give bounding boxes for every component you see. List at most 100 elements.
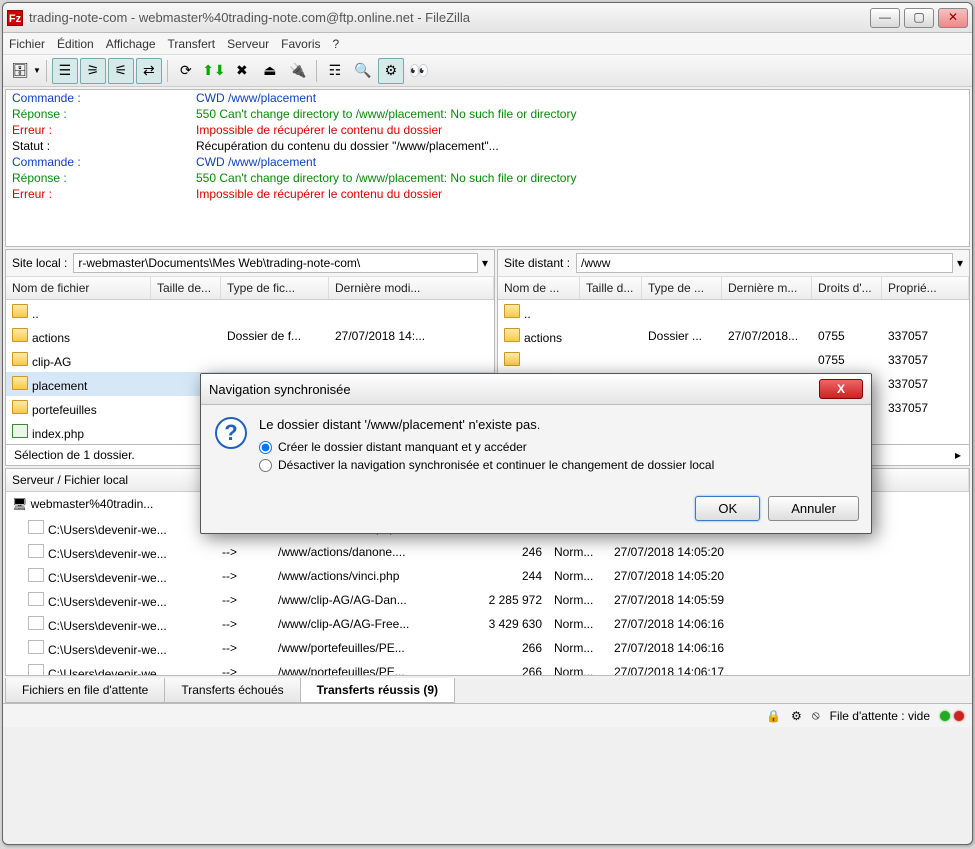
refresh-icon[interactable]: ⟳ bbox=[173, 58, 199, 84]
dialog-close-button[interactable]: X bbox=[819, 379, 863, 399]
tab-failed[interactable]: Transferts échoués bbox=[164, 678, 300, 703]
disconnect-icon[interactable]: ⏏ bbox=[257, 58, 283, 84]
app-icon: Fz bbox=[7, 10, 23, 26]
radio-create[interactable] bbox=[259, 441, 272, 454]
menu-edit[interactable]: Édition bbox=[57, 37, 94, 51]
col-name[interactable]: Nom de fichier bbox=[6, 277, 151, 299]
menu-favorites[interactable]: Favoris bbox=[281, 37, 320, 51]
file-icon bbox=[28, 520, 44, 534]
col-size[interactable]: Taille d... bbox=[580, 277, 642, 299]
queue-row[interactable]: C:\Users\devenir-we...-->/www/portefeuil… bbox=[6, 636, 969, 660]
col-mod[interactable]: Dernière m... bbox=[722, 277, 812, 299]
queue-row[interactable]: C:\Users\devenir-we...-->/www/portefeuil… bbox=[6, 660, 969, 675]
radio-disable[interactable] bbox=[259, 459, 272, 472]
message-log[interactable]: Commande :CWD /www/placementRéponse :550… bbox=[5, 89, 970, 247]
tab-success[interactable]: Transferts réussis (9) bbox=[300, 678, 455, 703]
col-owner[interactable]: Proprié... bbox=[882, 277, 969, 299]
log-label: Commande : bbox=[6, 90, 196, 106]
list-item[interactable]: 0755337057 bbox=[498, 348, 969, 372]
file-icon bbox=[28, 568, 44, 582]
remote-path-dropdown-icon[interactable]: ▾ bbox=[957, 256, 963, 270]
scroll-right-icon[interactable]: ▸ bbox=[955, 448, 961, 462]
list-item[interactable]: .. bbox=[6, 300, 494, 324]
log-text: Récupération du contenu du dossier "/www… bbox=[196, 138, 969, 154]
led-send-icon bbox=[940, 711, 950, 721]
log-label: Erreur : bbox=[6, 186, 196, 202]
log-text: 550 Can't change directory to /www/place… bbox=[196, 106, 969, 122]
menu-file[interactable]: Fichier bbox=[9, 37, 45, 51]
queue-row[interactable]: C:\Users\devenir-we...-->/www/actions/da… bbox=[6, 540, 969, 564]
remote-columns[interactable]: Nom de ... Taille d... Type de ... Derni… bbox=[498, 277, 969, 300]
qcol-server[interactable]: Serveur / Fichier local bbox=[6, 469, 216, 491]
toggle-tree-icon[interactable]: ⚞ bbox=[80, 58, 106, 84]
queue-row[interactable]: C:\Users\devenir-we...-->/www/clip-AG/AG… bbox=[6, 588, 969, 612]
local-path-dropdown-icon[interactable]: ▾ bbox=[482, 256, 488, 270]
local-site-label: Site local : bbox=[12, 256, 67, 270]
remote-path-input[interactable]: /www bbox=[576, 253, 953, 273]
queue-row[interactable]: C:\Users\devenir-we...-->/www/actions/vi… bbox=[6, 564, 969, 588]
dialog-option-disable[interactable]: Désactiver la navigation synchronisée et… bbox=[259, 458, 857, 472]
lock-icon: 🔒 bbox=[766, 709, 781, 723]
log-text: CWD /www/placement bbox=[196, 90, 969, 106]
queue-status: File d'attente : vide bbox=[830, 709, 930, 723]
filter-icon[interactable]: ☶ bbox=[322, 58, 348, 84]
sitemanager-icon[interactable]: 🗄 bbox=[7, 58, 33, 84]
find-icon[interactable]: 👀 bbox=[406, 58, 432, 84]
menu-server[interactable]: Serveur bbox=[227, 37, 269, 51]
list-item[interactable]: actionsDossier de f...27/07/2018 14:... bbox=[6, 324, 494, 348]
maximize-button[interactable]: ▢ bbox=[904, 8, 934, 28]
file-icon bbox=[28, 640, 44, 654]
autoscroll-icon[interactable]: ⚙ bbox=[378, 58, 404, 84]
minimize-button[interactable]: — bbox=[870, 8, 900, 28]
local-columns[interactable]: Nom de fichier Taille de... Type de fic.… bbox=[6, 277, 494, 300]
stop-icon[interactable]: ⦸ bbox=[812, 708, 820, 723]
col-type[interactable]: Type de fic... bbox=[221, 277, 329, 299]
col-name[interactable]: Nom de ... bbox=[498, 277, 580, 299]
remote-site-label: Site distant : bbox=[504, 256, 570, 270]
folder-icon bbox=[12, 376, 28, 390]
bottom-tabs: Fichiers en file d'attente Transferts éc… bbox=[5, 678, 970, 703]
log-text: 550 Can't change directory to /www/place… bbox=[196, 170, 969, 186]
dialog-option-create[interactable]: Créer le dossier distant manquant et y a… bbox=[259, 440, 857, 454]
folder-icon bbox=[504, 352, 520, 366]
folder-icon bbox=[504, 304, 520, 318]
sync-browse-icon[interactable]: ⇄ bbox=[136, 58, 162, 84]
menu-transfer[interactable]: Transfert bbox=[168, 37, 216, 51]
tab-queued[interactable]: Fichiers en file d'attente bbox=[5, 678, 165, 703]
list-item[interactable]: actionsDossier ...27/07/2018...075533705… bbox=[498, 324, 969, 348]
log-label: Commande : bbox=[6, 154, 196, 170]
menu-view[interactable]: Affichage bbox=[106, 37, 156, 51]
log-label: Erreur : bbox=[6, 122, 196, 138]
folder-icon bbox=[12, 400, 28, 414]
cancel-button[interactable]: Annuler bbox=[768, 496, 859, 521]
toggle-queue-icon[interactable]: ⚟ bbox=[108, 58, 134, 84]
col-mod[interactable]: Dernière modi... bbox=[329, 277, 494, 299]
list-item[interactable]: .. bbox=[498, 300, 969, 324]
list-item[interactable]: clip-AG bbox=[6, 348, 494, 372]
ok-button[interactable]: OK bbox=[695, 496, 760, 521]
menu-help[interactable]: ? bbox=[333, 37, 340, 51]
reconnect-icon[interactable]: 🔌 bbox=[285, 58, 311, 84]
file-icon bbox=[28, 616, 44, 630]
queue-row[interactable]: C:\Users\devenir-we...-->/www/clip-AG/AG… bbox=[6, 612, 969, 636]
dialog-title: Navigation synchronisée bbox=[209, 382, 819, 397]
compare-icon[interactable]: 🔍 bbox=[350, 58, 376, 84]
toggle-log-icon[interactable]: ☰ bbox=[52, 58, 78, 84]
folder-icon bbox=[504, 328, 520, 342]
close-button[interactable]: ✕ bbox=[938, 8, 968, 28]
col-type[interactable]: Type de ... bbox=[642, 277, 722, 299]
process-queue-icon[interactable]: ⬆⬇ bbox=[201, 58, 227, 84]
gear-icon[interactable]: ⚙ bbox=[791, 709, 802, 723]
titlebar[interactable]: Fz trading-note-com - webmaster%40tradin… bbox=[3, 3, 972, 33]
led-recv-icon bbox=[954, 711, 964, 721]
folder-icon bbox=[12, 352, 28, 366]
log-text: Impossible de récupérer le contenu du do… bbox=[196, 122, 969, 138]
cancel-icon[interactable]: ✖ bbox=[229, 58, 255, 84]
log-label: Statut : bbox=[6, 138, 196, 154]
question-icon: ? bbox=[215, 417, 247, 449]
col-perm[interactable]: Droits d'... bbox=[812, 277, 882, 299]
col-size[interactable]: Taille de... bbox=[151, 277, 221, 299]
file-icon bbox=[28, 544, 44, 558]
local-path-input[interactable]: r-webmaster\Documents\Mes Web\trading-no… bbox=[73, 253, 478, 273]
toolbar: 🗄▼ ☰ ⚞ ⚟ ⇄ ⟳ ⬆⬇ ✖ ⏏ 🔌 ☶ 🔍 ⚙ 👀 bbox=[3, 55, 972, 87]
